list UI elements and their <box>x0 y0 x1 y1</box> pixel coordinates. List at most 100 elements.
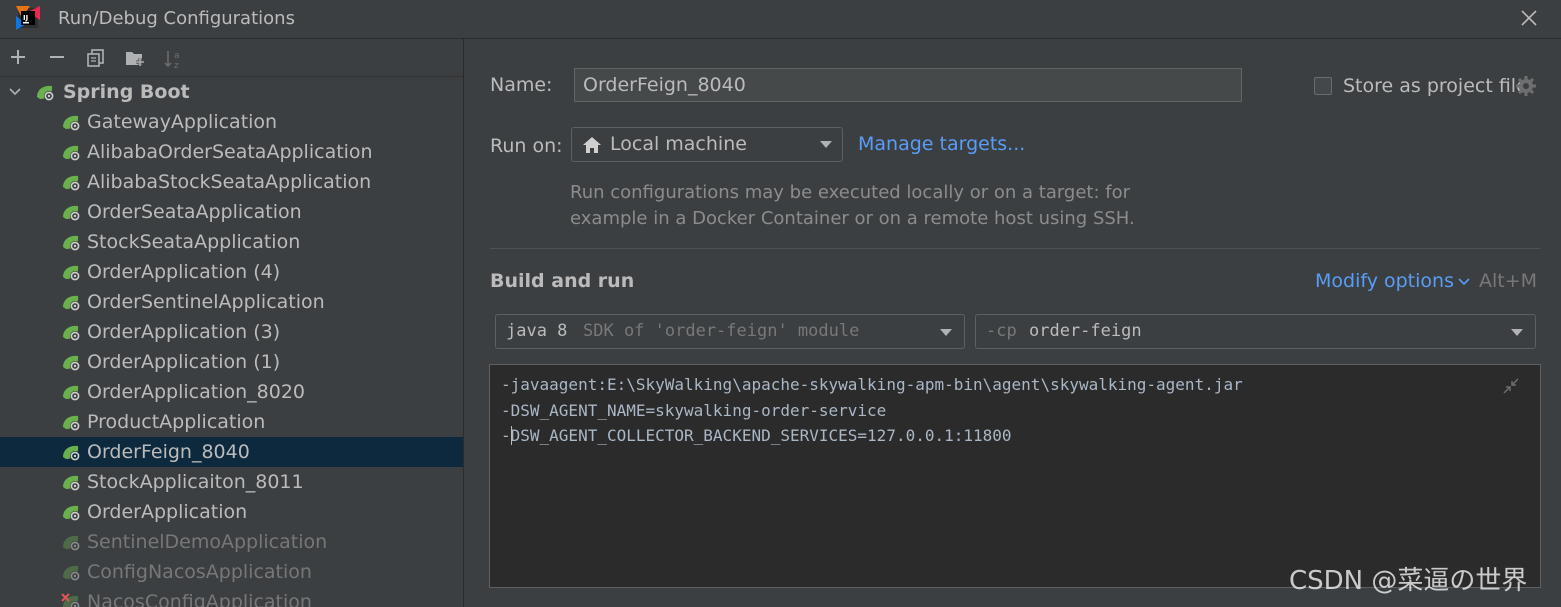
add-configuration-icon[interactable] <box>5 45 31 71</box>
jre-dropdown[interactable]: java 8 SDK of 'order-feign' module <box>495 314 965 349</box>
tree-item-label: OrderSeataApplication <box>87 201 302 223</box>
tree-item-label: StockSeataApplication <box>87 231 301 253</box>
window-title: Run/Debug Configurations <box>58 8 295 29</box>
spring-boot-config-icon <box>63 325 80 341</box>
run-on-hint: Run configurations may be executed local… <box>570 180 1135 232</box>
hint-line: Run configurations may be executed local… <box>570 182 1131 203</box>
store-as-project-file-label[interactable]: Store as project file <box>1343 75 1528 97</box>
tree-item[interactable]: OrderApplication_8020 <box>0 377 463 407</box>
store-as-project-file-checkbox[interactable] <box>1314 77 1332 95</box>
tree-item[interactable]: StockSeataApplication <box>0 227 463 257</box>
tree-item-label: ConfigNacosApplication <box>87 561 312 583</box>
svg-text:z: z <box>174 61 179 70</box>
separator <box>490 248 1540 249</box>
new-folder-icon[interactable] <box>122 45 148 71</box>
tree-item-label: NacosConfigApplication <box>87 591 312 607</box>
tree-item[interactable]: AlibabaStockSeataApplication <box>0 167 463 197</box>
tree-group-label: Spring Boot <box>63 81 190 103</box>
tree-item-label: OrderFeign_8040 <box>87 441 250 463</box>
classpath-flag: -cp <box>986 321 1017 341</box>
tree-item[interactable]: ConfigNacosApplication <box>0 557 463 587</box>
spring-boot-config-icon <box>63 145 80 161</box>
spring-boot-config-icon <box>63 505 80 521</box>
spring-boot-config-icon <box>63 175 80 191</box>
manage-targets-link[interactable]: Manage targets... <box>858 133 1025 155</box>
tree-item[interactable]: NacosConfigApplication <box>0 587 463 607</box>
text-caret <box>511 426 512 445</box>
tree-item-label: AlibabaStockSeataApplication <box>87 171 372 193</box>
tree-item-label: OrderApplication_8020 <box>87 381 306 403</box>
tree-item[interactable]: ProductApplication <box>0 407 463 437</box>
spring-boot-config-icon <box>61 593 80 607</box>
classpath-module-dropdown[interactable]: -cp order-feign <box>975 314 1536 349</box>
vm-options-textarea[interactable]: -javaagent:E:\SkyWalking\apache-skywalki… <box>489 364 1541 588</box>
spring-boot-config-icon <box>63 475 80 491</box>
collapse-icon[interactable] <box>1502 377 1520 395</box>
spring-boot-config-icon <box>63 445 80 461</box>
spring-boot-config-icon <box>63 385 80 401</box>
tree-item-label: StockApplicaiton_8011 <box>87 471 304 493</box>
tree-item[interactable]: OrderFeign_8040 <box>0 437 463 467</box>
gear-icon[interactable] <box>1515 75 1537 97</box>
modify-options-shortcut: Alt+M <box>1479 270 1538 292</box>
spring-boot-config-icon <box>63 235 80 251</box>
configurations-toolbar: az <box>0 39 463 77</box>
tree-item-label: OrderApplication <box>87 501 248 523</box>
name-field[interactable] <box>574 68 1242 102</box>
tree-item-label: AlibabaOrderSeataApplication <box>87 141 373 163</box>
jre-description: SDK of 'order-feign' module <box>583 321 860 341</box>
tree-item-label: OrderApplication (4) <box>87 261 281 283</box>
tree-item-label: OrderApplication (3) <box>87 321 281 343</box>
vm-option-line: -javaagent:E:\SkyWalking\apache-skywalki… <box>501 375 1243 394</box>
svg-text:IJ: IJ <box>23 14 28 22</box>
configurations-tree: Spring Boot GatewayApplication AlibabaOrd… <box>0 77 463 607</box>
title-bar: IJ Run/Debug Configurations <box>0 0 1561 39</box>
run-on-value: Local machine <box>610 133 747 155</box>
tree-item[interactable]: OrderApplication (1) <box>0 347 463 377</box>
hint-line: example in a Docker Container or on a re… <box>570 208 1135 229</box>
tree-item[interactable]: OrderSeataApplication <box>0 197 463 227</box>
tree-item[interactable]: OrderApplication <box>0 497 463 527</box>
spring-boot-config-icon <box>63 115 80 131</box>
chevron-down-icon[interactable] <box>1457 271 1471 291</box>
sort-alphabetically-icon[interactable]: az <box>161 45 187 71</box>
svg-text:a: a <box>174 51 180 61</box>
home-icon <box>583 137 601 153</box>
jre-version: java 8 <box>506 321 568 341</box>
tree-item[interactable]: StockApplicaiton_8011 <box>0 467 463 497</box>
tree-item-label: OrderApplication (1) <box>87 351 281 373</box>
classpath-module-value: order-feign <box>1029 321 1142 341</box>
tree-item[interactable]: OrderApplication (4) <box>0 257 463 287</box>
tree-item[interactable]: OrderApplication (3) <box>0 317 463 347</box>
chevron-down-icon <box>1511 329 1523 336</box>
spring-boot-config-icon <box>63 565 80 581</box>
name-label: Name: <box>490 74 553 96</box>
run-on-label: Run on: <box>490 135 563 157</box>
spring-boot-config-icon <box>63 355 80 371</box>
tree-item-label: OrderSentinelApplication <box>87 291 325 313</box>
tree-item-label: GatewayApplication <box>87 111 278 133</box>
build-and-run-title: Build and run <box>490 270 635 292</box>
spring-boot-config-icon <box>63 535 80 551</box>
tree-item[interactable]: GatewayApplication <box>0 107 463 137</box>
chevron-down-icon <box>940 329 952 336</box>
tree-item-label: ProductApplication <box>87 411 266 433</box>
copy-configuration-icon[interactable] <box>83 45 109 71</box>
spring-boot-config-icon <box>63 205 80 221</box>
run-on-dropdown[interactable]: Local machine <box>571 127 843 162</box>
tree-group-spring-boot[interactable]: Spring Boot <box>0 77 463 107</box>
remove-configuration-icon[interactable] <box>44 45 70 71</box>
tree-item[interactable]: AlibabaOrderSeataApplication <box>0 137 463 167</box>
modify-options-link[interactable]: Modify options <box>1315 270 1454 292</box>
intellij-icon: IJ <box>16 6 40 30</box>
spring-boot-config-icon <box>63 295 80 311</box>
spring-boot-icon <box>37 85 54 101</box>
close-icon[interactable] <box>1517 6 1541 30</box>
tree-item[interactable]: OrderSentinelApplication <box>0 287 463 317</box>
configuration-editor: Name: Store as project file Run on: Loca… <box>464 39 1561 607</box>
tree-item-label: SentinelDemoApplication <box>87 531 328 553</box>
tree-item-list: GatewayApplication AlibabaOrderSeataAppli… <box>0 107 463 607</box>
tree-item[interactable]: SentinelDemoApplication <box>0 527 463 557</box>
spring-boot-config-icon <box>63 265 80 281</box>
chevron-down-icon[interactable] <box>8 77 24 110</box>
